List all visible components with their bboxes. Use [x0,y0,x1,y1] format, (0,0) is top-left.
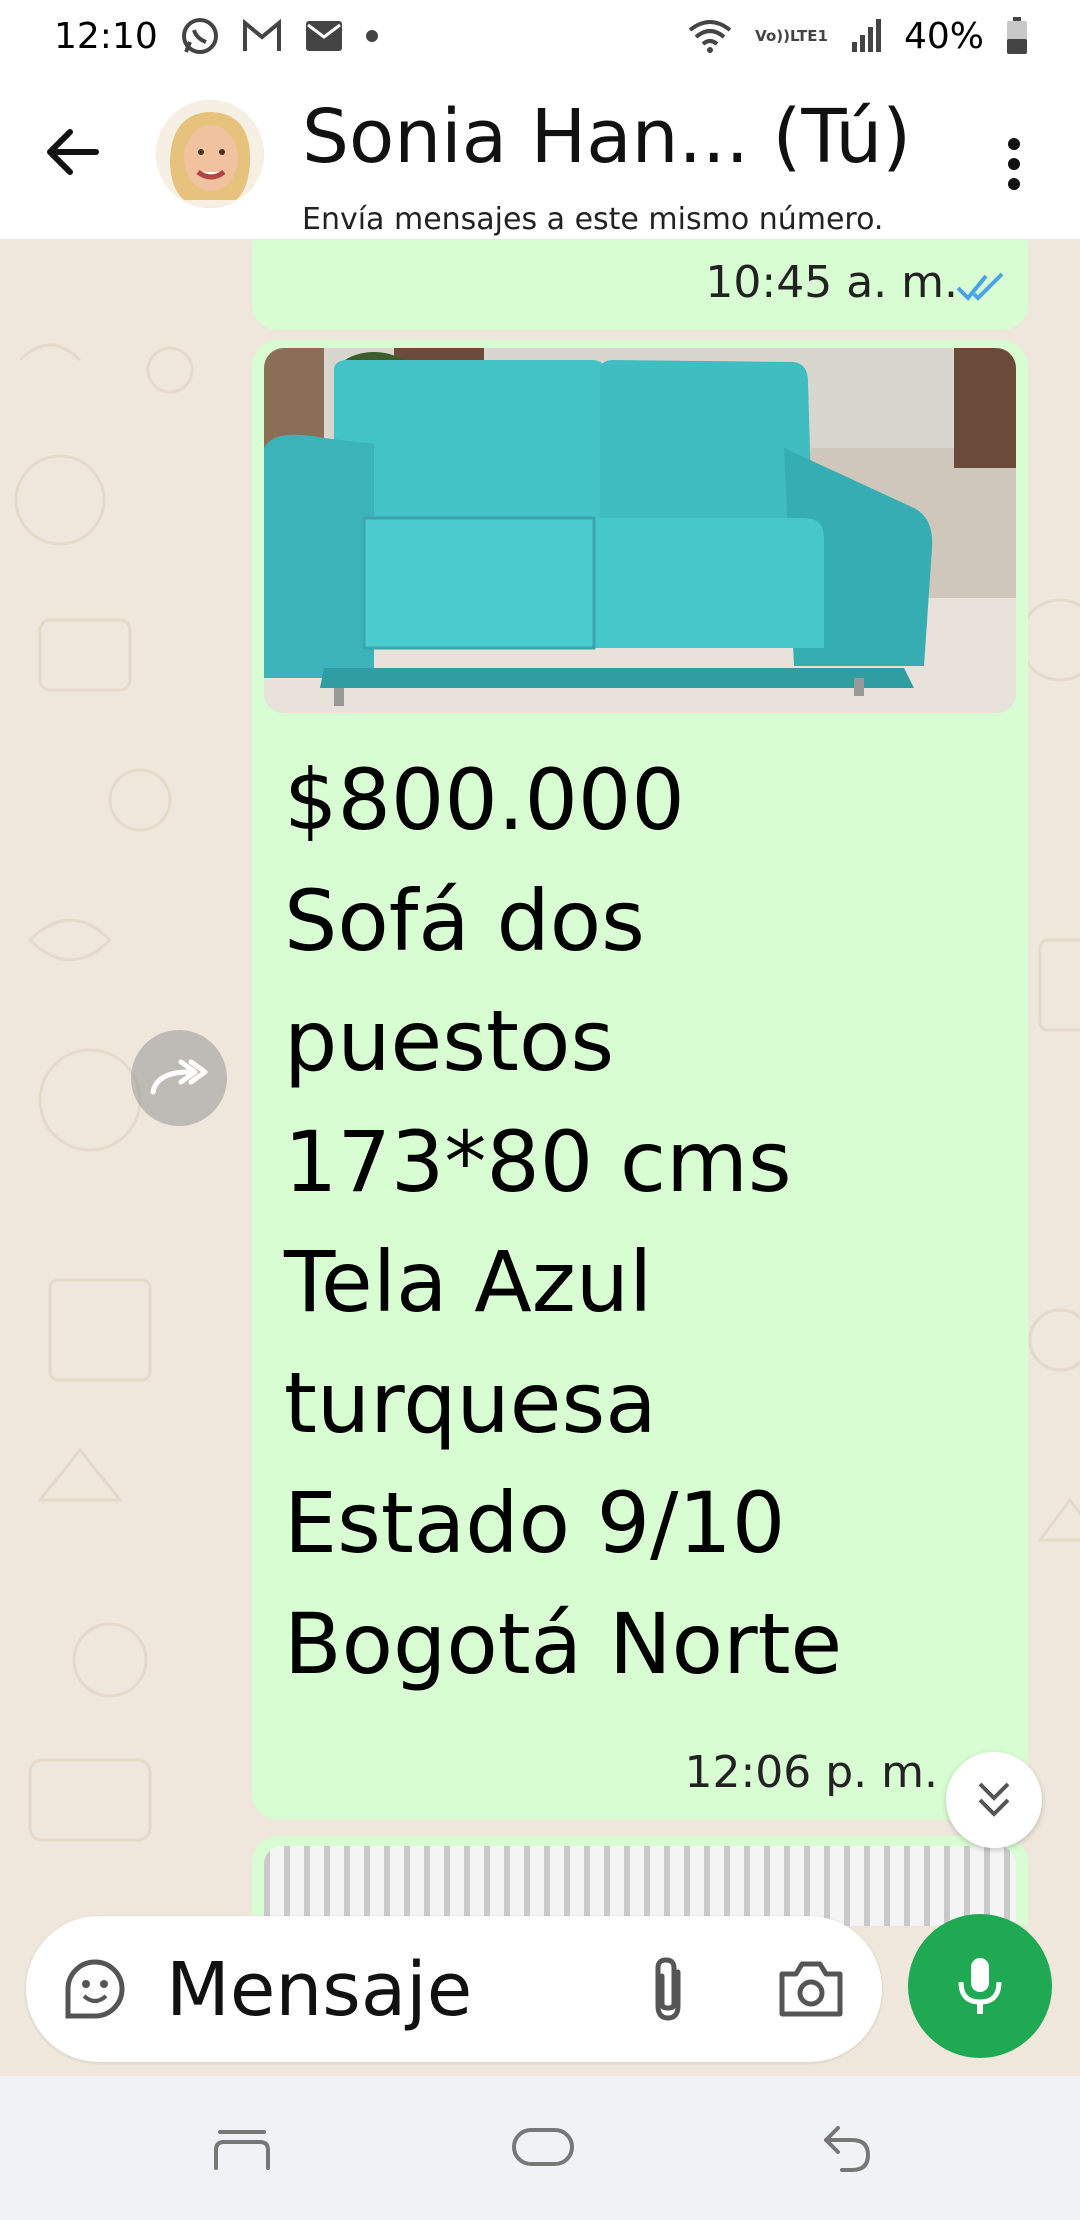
notification-dot-icon [365,30,378,42]
double-chevron-down-icon[interactable] [946,1752,1042,1848]
message-bubble-listing[interactable]: $800.000 Sofá dos puestos 173*80 cms Tel… [252,340,1028,1820]
signal-icon [850,18,882,54]
contact-subtitle: Envía mensajes a este mismo número. [302,202,884,237]
lte-label: LTE1 [789,27,828,45]
mail-icon [304,19,344,53]
message-composer [26,1916,882,2062]
avatar[interactable] [156,100,264,208]
battery-icon [1006,17,1028,55]
sofa-photo[interactable] [264,348,1016,713]
mic-icon [958,1958,1002,2014]
mic-button[interactable] [908,1914,1052,2058]
double-check-icon [956,272,1004,301]
gmail-icon [242,19,282,53]
message-time: 12:06 p. m. [684,1747,938,1798]
message-time: 10:45 a. m. [705,257,958,308]
home-icon[interactable] [510,2122,576,2172]
volte-indicator: Vo)) LTE1 [755,28,828,44]
chat-header: Sonia Han... (Tú) Envía mensajes a este … [0,72,1080,240]
next-photo[interactable] [264,1846,1016,1926]
contact-name[interactable]: Sonia Han... (Tú) [302,92,911,182]
volte-label: Vo)) [755,27,790,45]
sticker-icon[interactable] [62,1956,128,2022]
message-bubble-previous[interactable]: 10:45 a. m. [252,240,1028,330]
wifi-icon [687,18,733,54]
more-vert-icon[interactable] [990,132,1038,196]
recent-apps-icon[interactable] [210,2124,274,2174]
system-nav-bar [0,2076,1080,2220]
message-input[interactable] [166,1940,626,2040]
status-bar: 12:10 Vo)) LTE1 40% [0,0,1080,72]
camera-icon[interactable] [776,1958,846,2020]
status-time: 12:10 [54,15,158,57]
back-arrow-icon[interactable] [40,120,104,184]
battery-percent: 40% [903,15,984,57]
nav-back-icon[interactable] [818,2120,874,2176]
listing-text: $800.000 Sofá dos puestos 173*80 cms Tel… [284,751,843,1693]
message-bubble-next[interactable] [252,1836,1028,1926]
forward-icon[interactable] [131,1030,227,1126]
paperclip-icon[interactable] [640,1954,700,2024]
chat-area[interactable]: 10:45 a. m. $800.000 Sofá dos puestos 17… [0,240,1080,1926]
whatsapp-icon [180,16,220,56]
